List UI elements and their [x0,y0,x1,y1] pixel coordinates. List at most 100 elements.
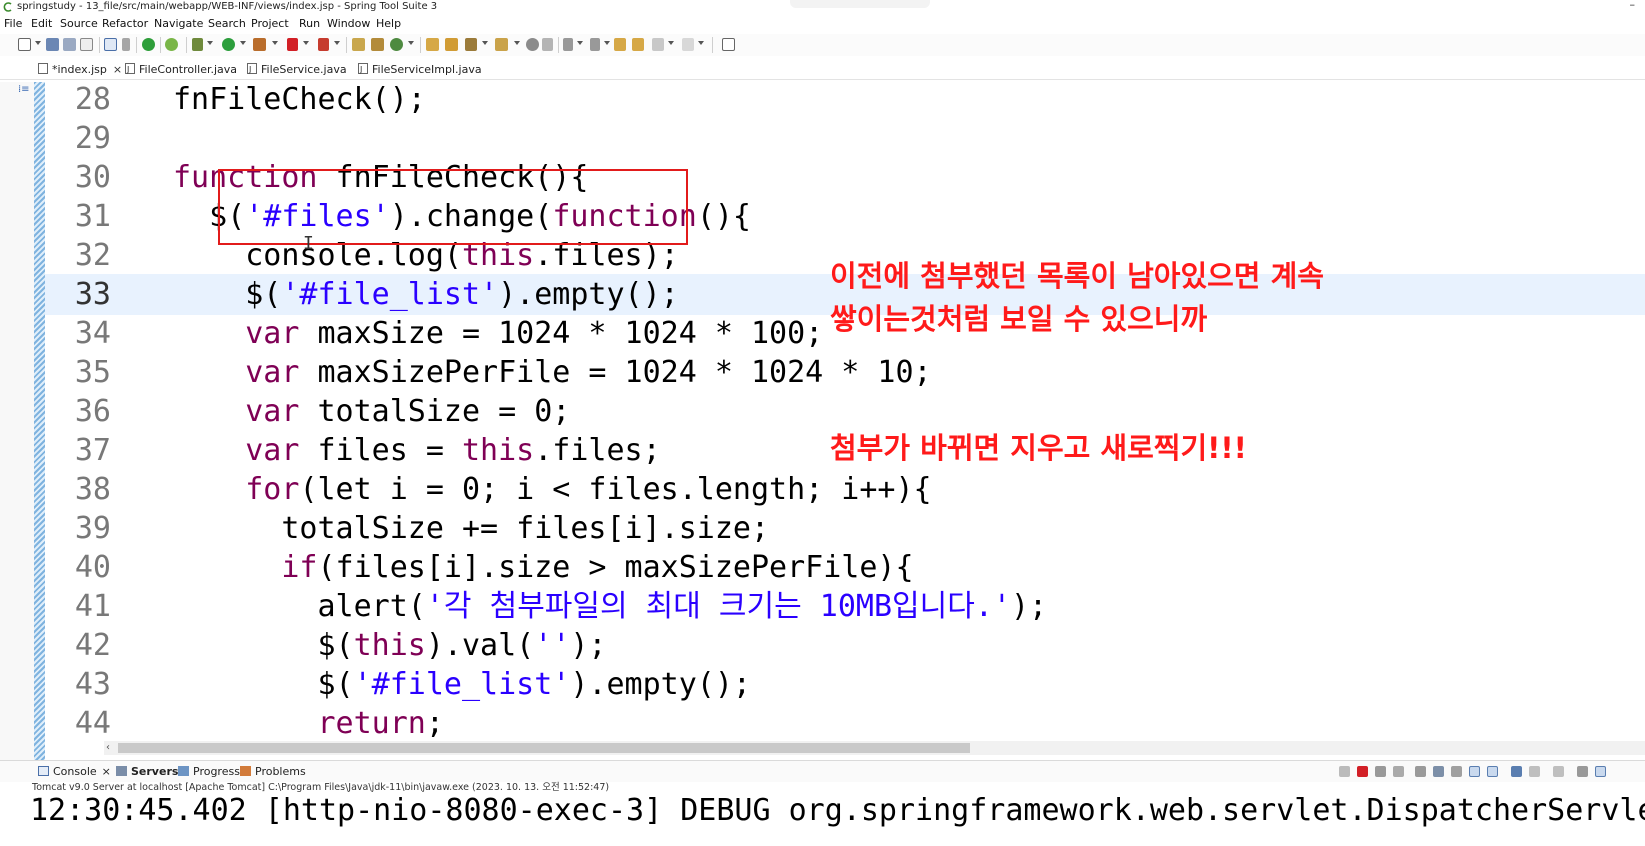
menu-file[interactable]: File [4,14,22,33]
chevron-down-icon[interactable] [334,41,340,45]
tab-label: Servers [131,765,179,778]
close-icon[interactable]: × [102,765,111,778]
scrollbar-thumb[interactable] [118,743,970,753]
console-icon[interactable] [104,38,117,51]
open-console-icon[interactable] [1553,766,1564,777]
chevron-down-icon[interactable] [272,41,278,45]
tab-label: FileController.java [139,63,238,76]
tab-console[interactable]: Console × [38,761,111,783]
run-icon[interactable] [222,38,235,51]
menu-edit[interactable]: Edit [31,14,52,33]
tab-progress[interactable]: Progress [178,761,240,783]
open-task-icon[interactable] [445,38,458,51]
chevron-down-icon[interactable] [604,41,610,45]
tab-servers[interactable]: Servers [116,761,178,783]
code-line: 38 for(let i = 0; i < files.length; i++)… [45,469,1645,510]
code-text: $(this).val(''); [173,628,607,663]
menu-search[interactable]: Search [208,14,246,33]
annotation-note-1: 이전에 첨부했던 목록이 남아있으면 계속 [830,259,1324,293]
tab-index-jsp[interactable]: *index.jsp × [38,60,123,79]
menu-project[interactable]: Project [251,14,289,33]
menu-run[interactable]: Run [299,14,320,33]
line-number: 37 [74,433,111,468]
bookmark-icon: ⁞≡ [18,84,30,95]
close-icon[interactable]: × [113,63,122,76]
text-cursor-icon: I [303,233,314,254]
toolbar-separator [160,37,161,53]
new-icon[interactable] [18,38,31,51]
code-text: if(files[i].size > maxSizePerFile){ [281,550,914,585]
arrow-left-icon[interactable] [652,38,664,51]
scroll-lock-icon[interactable] [1433,766,1444,777]
arrow-right-icon[interactable] [682,38,694,51]
back-icon[interactable] [632,38,644,51]
code-text: for(let i = 0; i < files.length; i++){ [245,472,932,507]
chevron-down-icon[interactable] [207,41,213,45]
display-console-icon[interactable] [1529,766,1540,777]
chevron-down-icon[interactable] [482,41,488,45]
toolbar-separator [346,37,347,53]
chevron-down-icon[interactable] [240,41,246,45]
chevron-down-icon[interactable] [514,41,520,45]
maximize-view-icon[interactable] [1595,766,1606,777]
new-class-icon[interactable] [390,38,403,51]
tab-problems[interactable]: Problems [240,761,306,783]
block-selection-icon[interactable] [542,38,553,51]
spring-boot-icon[interactable] [165,38,178,51]
search-icon[interactable] [465,38,477,51]
deploy-icon[interactable] [318,38,329,51]
clear-console-icon[interactable] [1415,766,1426,777]
save-icon[interactable] [46,38,59,51]
stop-icon[interactable] [287,38,298,51]
line-number: 31 [74,199,111,234]
chevron-down-icon[interactable] [35,41,41,45]
minimize-button[interactable]: – [1630,0,1636,12]
chevron-left-icon[interactable]: ‹ [106,741,110,755]
open-perspective-icon[interactable] [722,38,735,51]
last-edit-icon[interactable] [614,38,626,51]
line-number: 35 [74,355,111,390]
code-line: 29 [45,118,1645,159]
editor-tab-bar: *index.jsp × FileController.java FileServ… [0,60,1645,80]
debug-icon[interactable] [192,38,203,51]
link-icon[interactable] [1339,766,1350,777]
save-all-icon[interactable] [63,38,76,51]
menu-source[interactable]: Source [60,14,98,33]
chevron-down-icon[interactable] [408,41,414,45]
tab-fileserviceimpl-java[interactable]: FileServiceImpl.java [358,60,482,79]
chevron-down-icon[interactable] [698,41,704,45]
line-number: 32 [74,238,111,273]
annotation-icon[interactable] [495,38,508,51]
show-on-output-icon[interactable] [1469,766,1480,777]
toggle-mark-icon[interactable] [526,38,539,51]
menu-navigate[interactable]: Navigate [154,14,203,33]
editor-horizontal-scrollbar[interactable]: ‹ [104,741,1645,755]
remove-all-icon[interactable] [1393,766,1404,777]
tab-fileservice-java[interactable]: FileService.java [247,60,347,79]
word-wrap-icon[interactable] [1451,766,1462,777]
menu-refactor[interactable]: Refactor [102,14,148,33]
code-line: 28 fnFileCheck(); [45,82,1645,120]
pin-icon[interactable] [122,38,130,51]
previous-annotation-icon[interactable] [590,38,600,51]
code-text: var totalSize = 0; [245,394,571,429]
open-type-icon[interactable] [426,38,439,51]
tab-label: FileServiceImpl.java [372,63,482,76]
new-package-icon[interactable] [371,38,384,51]
menu-window[interactable]: Window [327,14,370,33]
show-on-error-icon[interactable] [1487,766,1498,777]
tab-filecontroller-java[interactable]: FileController.java [125,60,237,79]
chevron-down-icon[interactable] [577,41,583,45]
server-start-icon[interactable] [142,38,155,51]
pin-console-icon[interactable] [1511,766,1522,777]
menu-help[interactable]: Help [376,14,401,33]
print-icon[interactable] [80,38,93,51]
minimize-view-icon[interactable] [1577,766,1588,777]
new-project-icon[interactable] [352,38,365,51]
next-annotation-icon[interactable] [563,38,573,51]
terminate-icon[interactable] [1357,766,1368,777]
remove-launch-icon[interactable] [1375,766,1386,777]
chevron-down-icon[interactable] [303,41,309,45]
chevron-down-icon[interactable] [668,41,674,45]
external-tools-icon[interactable] [253,38,266,51]
